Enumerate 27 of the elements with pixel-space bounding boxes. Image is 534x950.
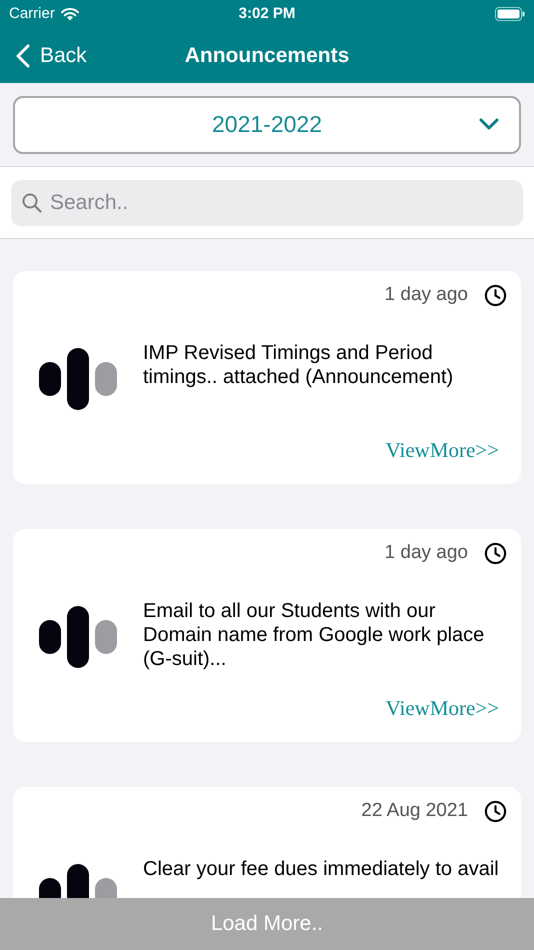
- battery-icon: [494, 7, 525, 21]
- clock-icon: [484, 800, 507, 822]
- view-more-link[interactable]: ViewMore>>: [386, 692, 499, 724]
- clock-icon: [484, 284, 507, 306]
- bars-icon: [39, 606, 117, 668]
- back-button[interactable]: Back: [16, 40, 87, 72]
- clock-icon: [484, 542, 507, 564]
- announcement-time: 22 Aug 2021: [361, 798, 468, 823]
- announcement-text: Email to all our Students with our Domain name from Google work place (G-suit)...: [143, 599, 486, 671]
- announcement-text: IMP Revised Timings and Period timings.. attached (Announcement): [143, 341, 454, 389]
- clock-time: 3:02 PM: [238, 4, 296, 24]
- carrier-label: Carrier: [9, 4, 55, 24]
- search-icon: [22, 192, 42, 212]
- announcement-card[interactable]: 22 Aug 2021 Clear your fee dues immediately to avail: [13, 787, 521, 898]
- announcement-card[interactable]: 1 day ago Email to all our Students with our Domain name from Google work place (G-suit)... ViewMore>>: [13, 529, 521, 742]
- announcement-time: 1 day ago: [384, 540, 468, 565]
- wifi-icon: [60, 7, 80, 21]
- announcement-time: 1 day ago: [384, 282, 468, 307]
- view-more-link[interactable]: ViewMore>>: [386, 434, 499, 466]
- search-field[interactable]: Search..: [11, 180, 523, 226]
- chevron-left-icon: [16, 44, 30, 68]
- bars-icon: [39, 348, 117, 410]
- year-dropdown[interactable]: 2021-2022: [13, 96, 521, 154]
- page-title: Announcements: [184, 42, 350, 69]
- announcement-text: Clear your fee dues immediately to avail: [143, 857, 500, 881]
- announcement-card[interactable]: 1 day ago IMP Revised Timings and Period timings.. attached (Announcement) ViewMore>>: [13, 271, 521, 484]
- chevron-down-icon: [479, 118, 499, 130]
